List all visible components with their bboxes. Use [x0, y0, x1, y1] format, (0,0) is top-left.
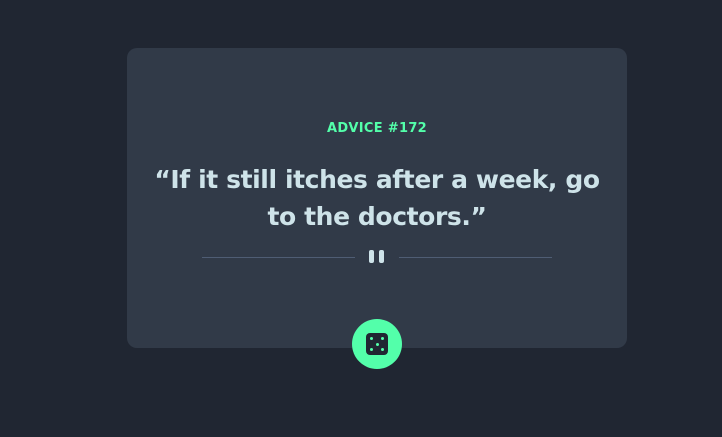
- divider: [202, 249, 552, 265]
- new-advice-button[interactable]: [352, 319, 402, 369]
- advice-id-label: ADVICE #172: [326, 121, 428, 136]
- dice-icon: [366, 333, 388, 355]
- advice-quote: “If it still itches after a week, go to …: [154, 165, 600, 231]
- advice-card: ADVICE #172 “If it still itches after a …: [127, 48, 627, 348]
- pause-icon: [369, 250, 385, 264]
- divider-line-right: [399, 257, 552, 258]
- divider-line-left: [202, 257, 355, 258]
